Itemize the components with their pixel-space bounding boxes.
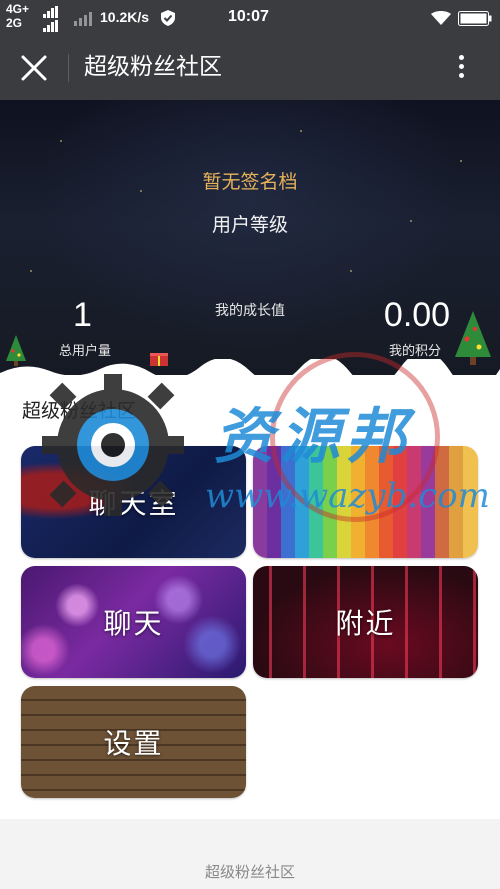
network-speed: 10.2K/s xyxy=(100,9,150,25)
watermark-text: 资源邦 xyxy=(214,402,412,472)
network-bottom-label: 2G xyxy=(6,16,23,30)
user-level-label: 用户等级 xyxy=(211,214,288,236)
footer-text: 超级粉丝社区 xyxy=(204,863,295,881)
profile-banner: 暂无签名档 用户等级 我的成长值 1 总用户量 0.00 我的积分 xyxy=(0,100,500,375)
top-navigation-bar: 超级粉丝社区 xyxy=(0,36,500,100)
points-value: 0.00 xyxy=(383,296,451,334)
clock: 10:07 xyxy=(228,8,269,25)
nav-divider xyxy=(68,54,69,82)
watermark-gear-logo xyxy=(42,374,184,516)
shield-icon xyxy=(161,10,175,26)
signal-icon xyxy=(43,6,59,18)
close-icon[interactable] xyxy=(18,52,50,84)
page-title: 超级粉丝社区 xyxy=(84,54,222,80)
total-users-value: 1 xyxy=(73,296,92,334)
signal-icon xyxy=(43,20,59,32)
tile-label: 附近 xyxy=(335,607,396,640)
tile-label: 设置 xyxy=(103,727,164,760)
footer: 超级粉丝社区 xyxy=(0,819,500,889)
watermark-url: www.wazyb.com xyxy=(205,476,490,516)
tile-chat[interactable]: 聊天 xyxy=(21,566,246,678)
signal-icon xyxy=(74,12,94,26)
more-vertical-icon[interactable] xyxy=(446,52,476,84)
total-users-label: 总用户量 xyxy=(58,344,111,359)
tile-settings[interactable]: 设置 xyxy=(21,686,246,798)
tile-label: 聊天 xyxy=(103,607,164,640)
network-indicator: 4G+ 2G xyxy=(6,3,29,31)
wifi-icon xyxy=(431,11,451,25)
signature-text: 暂无签名档 xyxy=(202,171,298,193)
tile-nearby[interactable]: 附近 xyxy=(253,566,478,678)
network-top-label: 4G+ xyxy=(6,2,30,16)
battery-icon xyxy=(458,11,492,26)
status-bar: 4G+ 2G 10.2K/s 10:07 xyxy=(0,0,500,36)
